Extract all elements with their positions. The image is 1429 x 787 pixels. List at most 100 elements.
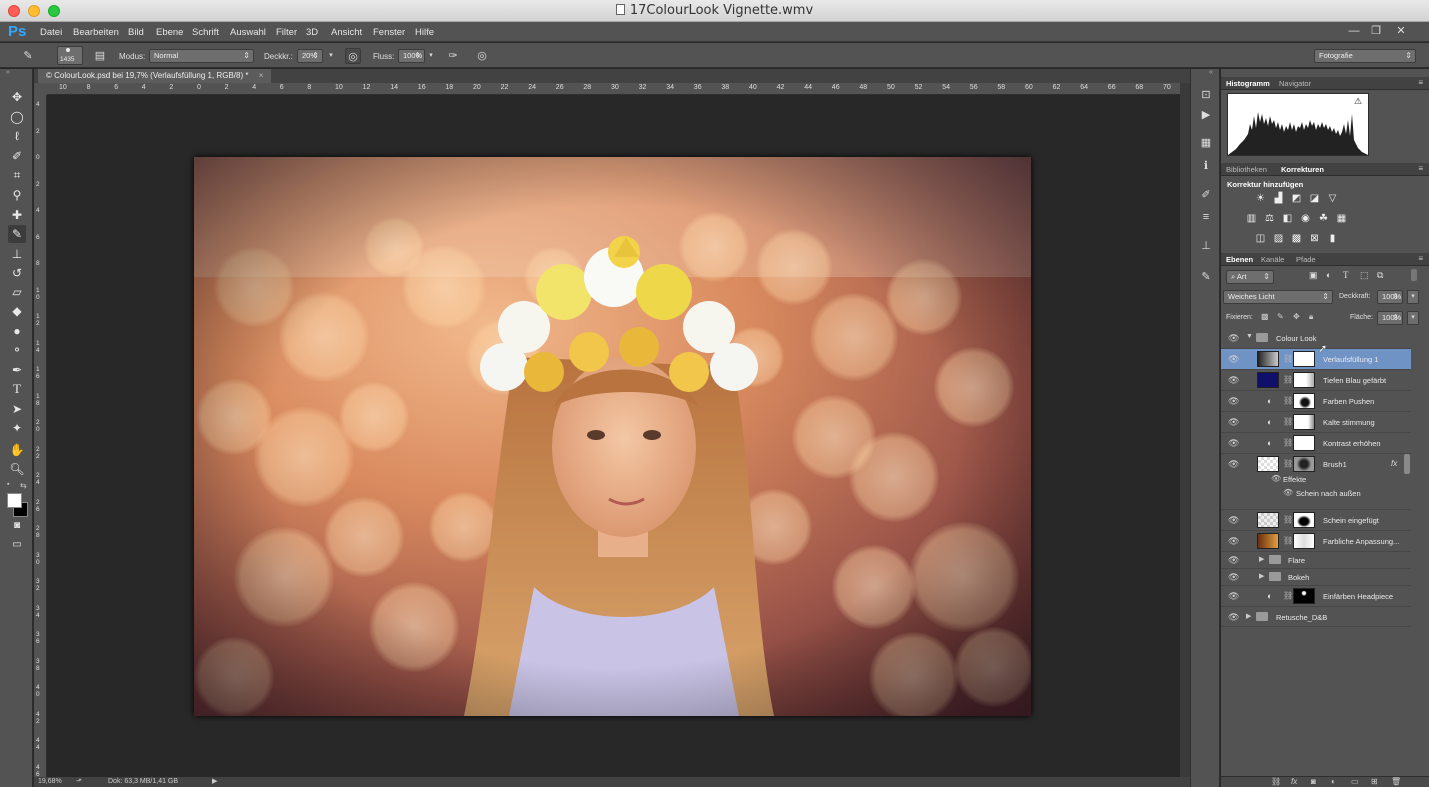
crop-tool-icon[interactable]: ⌗: [8, 166, 26, 184]
filter-type-icon[interactable]: T: [1343, 270, 1349, 280]
menu-bearbeiten[interactable]: Bearbeiten: [73, 27, 119, 38]
history-brush-tool-icon[interactable]: ↺: [8, 264, 26, 282]
tab-korrekturen[interactable]: Korrekturen: [1281, 165, 1324, 174]
fill-field[interactable]: 100%: [1377, 311, 1403, 325]
vibrance-icon[interactable]: ▽: [1326, 192, 1339, 205]
layers-scrollbar-thumb[interactable]: [1404, 454, 1410, 474]
path-selection-tool-icon[interactable]: ➤: [8, 400, 26, 418]
histogram-panel-menu-icon[interactable]: ≡: [1418, 78, 1423, 87]
visibility-eye-icon[interactable]: 👁︎: [1228, 396, 1239, 407]
menu-auswahl[interactable]: Auswahl: [230, 27, 266, 38]
brush-presets-panel-icon[interactable]: ✐: [1199, 188, 1213, 202]
lasso-tool-icon[interactable]: ℓ: [8, 127, 26, 145]
deckkraft-slider-arrow-icon[interactable]: ▾: [325, 48, 337, 64]
color-lookup-icon[interactable]: ▦: [1335, 212, 1348, 225]
outer-glow-eye-icon[interactable]: 👁︎: [1283, 488, 1293, 497]
modus-dropdown[interactable]: Normal: [149, 49, 254, 63]
add-style-icon[interactable]: fx: [1291, 777, 1297, 786]
history-panel-icon[interactable]: ⊡: [1199, 88, 1213, 102]
paint-bucket-tool-icon[interactable]: ◆: [8, 302, 26, 320]
filter-pixel-icon[interactable]: ▣: [1309, 270, 1318, 281]
lock-image-icon[interactable]: ✎: [1277, 312, 1284, 321]
threshold-icon[interactable]: ▩: [1290, 232, 1303, 245]
lock-transparency-icon[interactable]: ▩: [1261, 312, 1269, 321]
layer-effects-icon[interactable]: fx: [1391, 459, 1397, 468]
menu-filter[interactable]: Filter: [276, 27, 297, 38]
ellipse-marquee-tool-icon[interactable]: ◯: [8, 108, 26, 126]
airbrush-icon[interactable]: ✑: [445, 48, 461, 64]
layer-tiefen-blau[interactable]: 👁︎ ⛓ Tiefen Blau gefärbt: [1221, 370, 1411, 391]
visibility-eye-icon[interactable]: 👁︎: [1228, 591, 1239, 602]
blur-tool-icon[interactable]: ●: [8, 322, 26, 340]
new-group-icon[interactable]: ▭: [1351, 777, 1359, 786]
default-colors-icon[interactable]: ▪: [7, 481, 9, 488]
layer-farben-pushen[interactable]: 👁︎ ◐ ⛓ Farben Pushen: [1221, 391, 1411, 412]
tab-pfade[interactable]: Pfade: [1296, 255, 1316, 264]
filter-shape-icon[interactable]: ⬚: [1360, 270, 1369, 281]
visibility-eye-icon[interactable]: 👁︎: [1228, 375, 1239, 386]
group-collapsed-icon[interactable]: ▶: [1259, 572, 1264, 580]
menu-datei[interactable]: Datei: [40, 27, 62, 38]
layer-group-colour-look[interactable]: 👁︎ ▼ Colour Look: [1221, 328, 1411, 349]
quick-mask-icon[interactable]: ◙: [8, 517, 26, 535]
move-tool-icon[interactable]: ✥: [8, 88, 26, 106]
photo-filter-icon[interactable]: ◉: [1299, 212, 1312, 225]
layer-group-retusche[interactable]: 👁︎ ▶ Retusche_D&B: [1221, 607, 1411, 627]
tools-collapse-icon[interactable]: »: [6, 69, 10, 76]
clone-source-panel-icon[interactable]: ⊥: [1199, 239, 1213, 253]
menu-ebene[interactable]: Ebene: [156, 27, 183, 38]
group-collapsed-icon[interactable]: ▶: [1259, 555, 1264, 563]
layer-farbliche-anpassung[interactable]: 👁︎ ⛓ Farbliche Anpassung...: [1221, 531, 1411, 552]
document-photo[interactable]: [194, 157, 1031, 716]
layer-verlaufsfuellung-1[interactable]: 👁︎ ⛓ Verlaufsfüllung 1: [1221, 349, 1411, 370]
quick-selection-tool-icon[interactable]: ✐: [8, 147, 26, 165]
layer-schein-eingefuegt[interactable]: 👁︎ ⛓ Schein eingefügt: [1221, 510, 1411, 531]
visibility-eye-icon[interactable]: 👁︎: [1228, 515, 1239, 526]
layer-kalte-stimmung[interactable]: 👁︎ ◐ ⛓ Kalte stimmung: [1221, 412, 1411, 433]
brush-panel-icon[interactable]: ≡: [1199, 210, 1213, 224]
levels-icon[interactable]: ▟: [1272, 192, 1285, 205]
status-menu-arrow-icon[interactable]: ▶: [212, 777, 217, 785]
visibility-eye-icon[interactable]: 👁︎: [1228, 572, 1239, 583]
app-minimize-button[interactable]: —: [1346, 24, 1362, 38]
layer-group-bokeh[interactable]: 👁︎ ▶ Bokeh: [1221, 569, 1411, 586]
mask-link-icon[interactable]: ⛓: [1283, 375, 1293, 384]
tab-bibliotheken[interactable]: Bibliotheken: [1226, 165, 1267, 174]
tab-ebenen[interactable]: Ebenen: [1226, 255, 1253, 264]
menu-fenster[interactable]: Fenster: [373, 27, 405, 38]
swap-colors-icon[interactable]: ⇆: [20, 481, 27, 490]
fill-slider-icon[interactable]: ▾: [1407, 311, 1419, 325]
share-icon[interactable]: ⬏: [76, 777, 82, 785]
visibility-eye-icon[interactable]: 👁︎: [1228, 536, 1239, 547]
mask-link-icon[interactable]: ⛓: [1283, 354, 1293, 363]
adjustments-panel-menu-icon[interactable]: ≡: [1418, 164, 1423, 173]
foreground-color-swatch[interactable]: [7, 493, 22, 508]
tab-histogramm[interactable]: Histogramm: [1226, 79, 1270, 88]
group-collapsed-icon[interactable]: ▶: [1246, 612, 1251, 620]
mask-link-icon[interactable]: ⛓: [1283, 459, 1293, 468]
layers-panel-menu-icon[interactable]: ≡: [1418, 254, 1423, 263]
layer-einfaerben-headpiece[interactable]: 👁︎ ◐ ⛓ Einfärben Headpiece: [1221, 586, 1411, 607]
gradient-map-icon[interactable]: ▮: [1326, 232, 1339, 245]
mask-link-icon[interactable]: ⛓: [1283, 591, 1293, 600]
layer-filter-dropdown[interactable]: ⌕ Art: [1226, 270, 1274, 284]
opacity-field[interactable]: 100%: [1377, 290, 1403, 304]
zoom-tool-icon[interactable]: 🔍︎: [8, 460, 26, 478]
visibility-eye-icon[interactable]: 👁︎: [1228, 459, 1239, 470]
document-tab-close-icon[interactable]: ×: [259, 71, 264, 80]
brush-panel-toggle-icon[interactable]: ▤: [92, 48, 108, 64]
clone-stamp-tool-icon[interactable]: ⊥: [8, 245, 26, 263]
type-tool-icon[interactable]: T: [8, 380, 26, 398]
layer-group-flare[interactable]: 👁︎ ▶ Flare: [1221, 552, 1411, 569]
brush-size-picker[interactable]: 1435: [57, 46, 83, 65]
visibility-eye-icon[interactable]: 👁︎: [1228, 438, 1239, 449]
menu-hilfe[interactable]: Hilfe: [415, 27, 434, 38]
visibility-eye-icon[interactable]: 👁︎: [1228, 354, 1239, 365]
document-tab[interactable]: © ColourLook.psd bei 19,7% (Verlaufsfüll…: [38, 69, 272, 83]
info-panel-icon[interactable]: ℹ: [1199, 159, 1213, 173]
channel-mixer-icon[interactable]: ☘: [1317, 212, 1330, 225]
properties-panel-icon[interactable]: ▦: [1199, 136, 1213, 150]
pressure-opacity-icon[interactable]: ◎: [345, 48, 361, 64]
link-layers-icon[interactable]: ⛓: [1271, 777, 1281, 786]
mask-link-icon[interactable]: ⛓: [1283, 515, 1293, 524]
